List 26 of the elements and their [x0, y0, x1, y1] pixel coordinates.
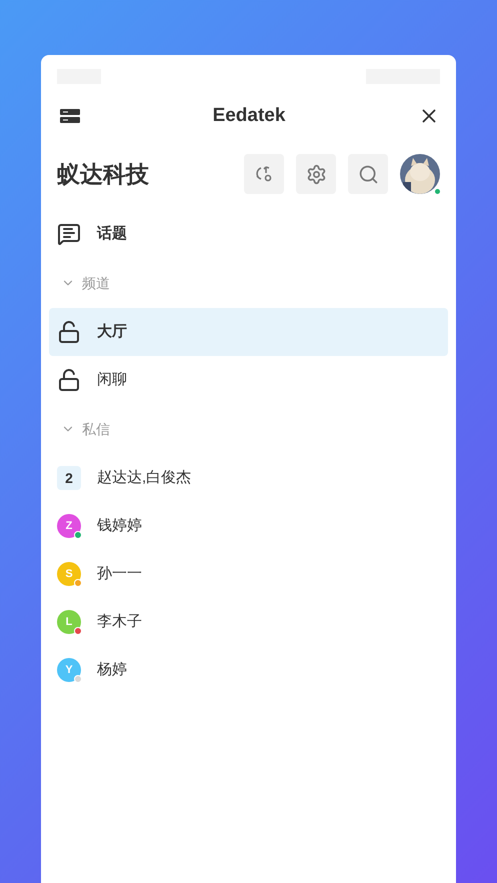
list-item[interactable]: Z 钱婷婷	[49, 502, 448, 550]
user-avatar: S	[57, 562, 81, 586]
server-icon[interactable]	[60, 109, 80, 123]
user-avatar: Y	[57, 658, 81, 682]
group-count: 2	[57, 466, 81, 490]
avatar[interactable]	[400, 154, 440, 194]
chat-icon	[57, 222, 81, 246]
list-item[interactable]: S 孙一一	[49, 550, 448, 598]
window-title: Eedatek	[212, 104, 286, 128]
list-item[interactable]: 大厅	[49, 308, 448, 356]
lock-icon	[57, 320, 81, 344]
user-avatar: L	[57, 610, 81, 634]
list-item[interactable]: 2 赵达达,白俊杰	[49, 454, 448, 502]
list-item[interactable]: Y 杨婷	[49, 646, 448, 694]
switch-icon	[254, 164, 274, 184]
topics-item[interactable]: 话题	[49, 210, 448, 258]
org-name: 蚁达科技	[57, 160, 149, 189]
user-avatar: Z	[57, 514, 81, 538]
search-icon	[358, 164, 378, 184]
lock-icon	[57, 368, 81, 392]
list-item[interactable]: L 李木子	[49, 598, 448, 646]
list-item[interactable]: 闲聊	[49, 356, 448, 404]
search-button[interactable]	[348, 154, 388, 194]
settings-icon	[306, 164, 326, 184]
switch-button[interactable]	[244, 154, 284, 194]
settings-button[interactable]	[296, 154, 336, 194]
